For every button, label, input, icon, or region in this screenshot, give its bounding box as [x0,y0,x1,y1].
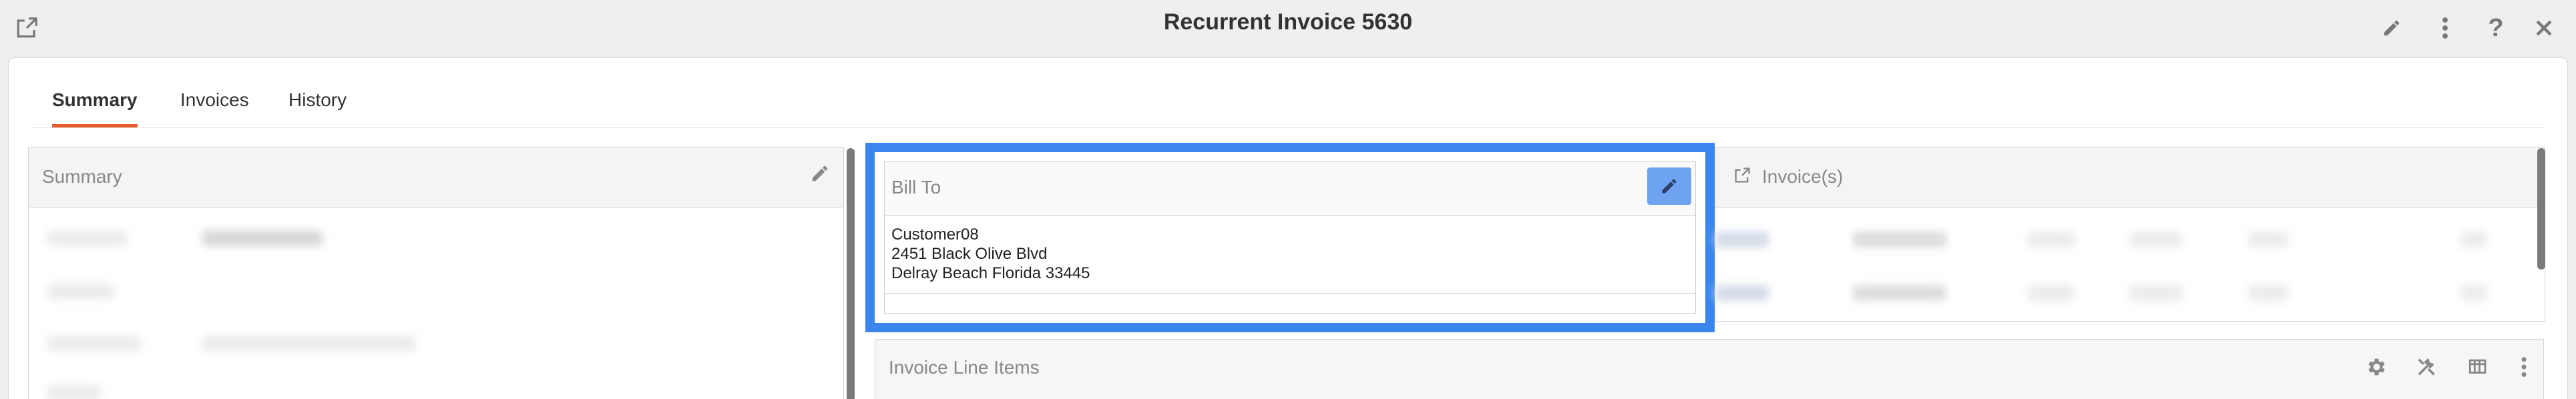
blurred-content [47,230,128,246]
blurred-content [2248,232,2288,248]
blurred-content [47,336,141,352]
blurred-content [202,336,416,352]
blurred-content [2460,285,2487,301]
invoices-panel-header: Invoice(s) [1715,147,2545,208]
edit-bill-to-button[interactable] [1647,167,1691,205]
blurred-content [2028,285,2075,301]
bill-to-header: Bill To [885,162,1695,216]
blurred-content [2460,232,2487,248]
tab-bar: Summary Invoices History [32,80,2544,128]
invoices-panel-title: Invoice(s) [1762,166,1844,187]
blurred-content [47,284,114,300]
blurred-content [2129,285,2183,301]
blurred-content [2129,232,2183,248]
pencil-icon[interactable] [2377,13,2406,43]
tab-invoices[interactable]: Invoices [180,89,249,124]
blurred-content [1853,232,1946,248]
scrollbar[interactable] [2537,148,2545,270]
blurred-content [47,385,101,399]
blurred-content [1715,285,1769,301]
blurred-content [1853,285,1946,301]
title-bar: Recurrent Invoice 5630 ? [0,0,2576,57]
blurred-content [2028,232,2075,248]
tab-summary[interactable]: Summary [52,89,138,127]
bill-to-title: Bill To [891,177,941,197]
summary-panel: Summary [28,147,844,399]
blurred-content [1715,232,1769,248]
bill-to-highlight: Bill To Customer08 2451 Black Olive Blvd… [865,143,1715,332]
more-vertical-icon[interactable] [2430,13,2460,43]
line-items-panel: Invoice Line Items [875,339,2544,399]
window-title: Recurrent Invoice 5630 [1163,9,1413,35]
tab-history[interactable]: History [288,89,347,124]
bill-to-address: Customer08 2451 Black Olive Blvd Delray … [891,225,1090,283]
gear-icon[interactable] [2364,356,2387,382]
scrollbar[interactable] [847,148,855,399]
line-items-header: Invoice Line Items [875,340,2543,399]
pencil-icon [1662,179,1677,193]
more-vertical-icon[interactable] [2521,356,2527,382]
line-items-title: Invoice Line Items [889,357,1040,378]
open-external-icon[interactable] [1733,166,1751,188]
help-icon[interactable]: ? [2481,13,2511,43]
pencil-icon[interactable] [810,163,830,187]
tools-icon[interactable] [2415,356,2438,382]
blurred-content [2248,285,2288,301]
summary-panel-header: Summary [29,147,843,208]
summary-panel-title: Summary [42,166,122,187]
address-line: Delray Beach Florida 33445 [891,264,1090,282]
address-line: Customer08 [891,226,979,244]
close-icon[interactable] [2529,13,2559,43]
columns-icon[interactable] [2467,356,2490,382]
invoices-panel: Invoice(s) [1715,147,2545,322]
blurred-content [202,230,323,246]
divider [885,293,1695,294]
bill-to-panel: Bill To Customer08 2451 Black Olive Blvd… [884,161,1696,314]
address-line: 2451 Black Olive Blvd [891,245,1048,263]
